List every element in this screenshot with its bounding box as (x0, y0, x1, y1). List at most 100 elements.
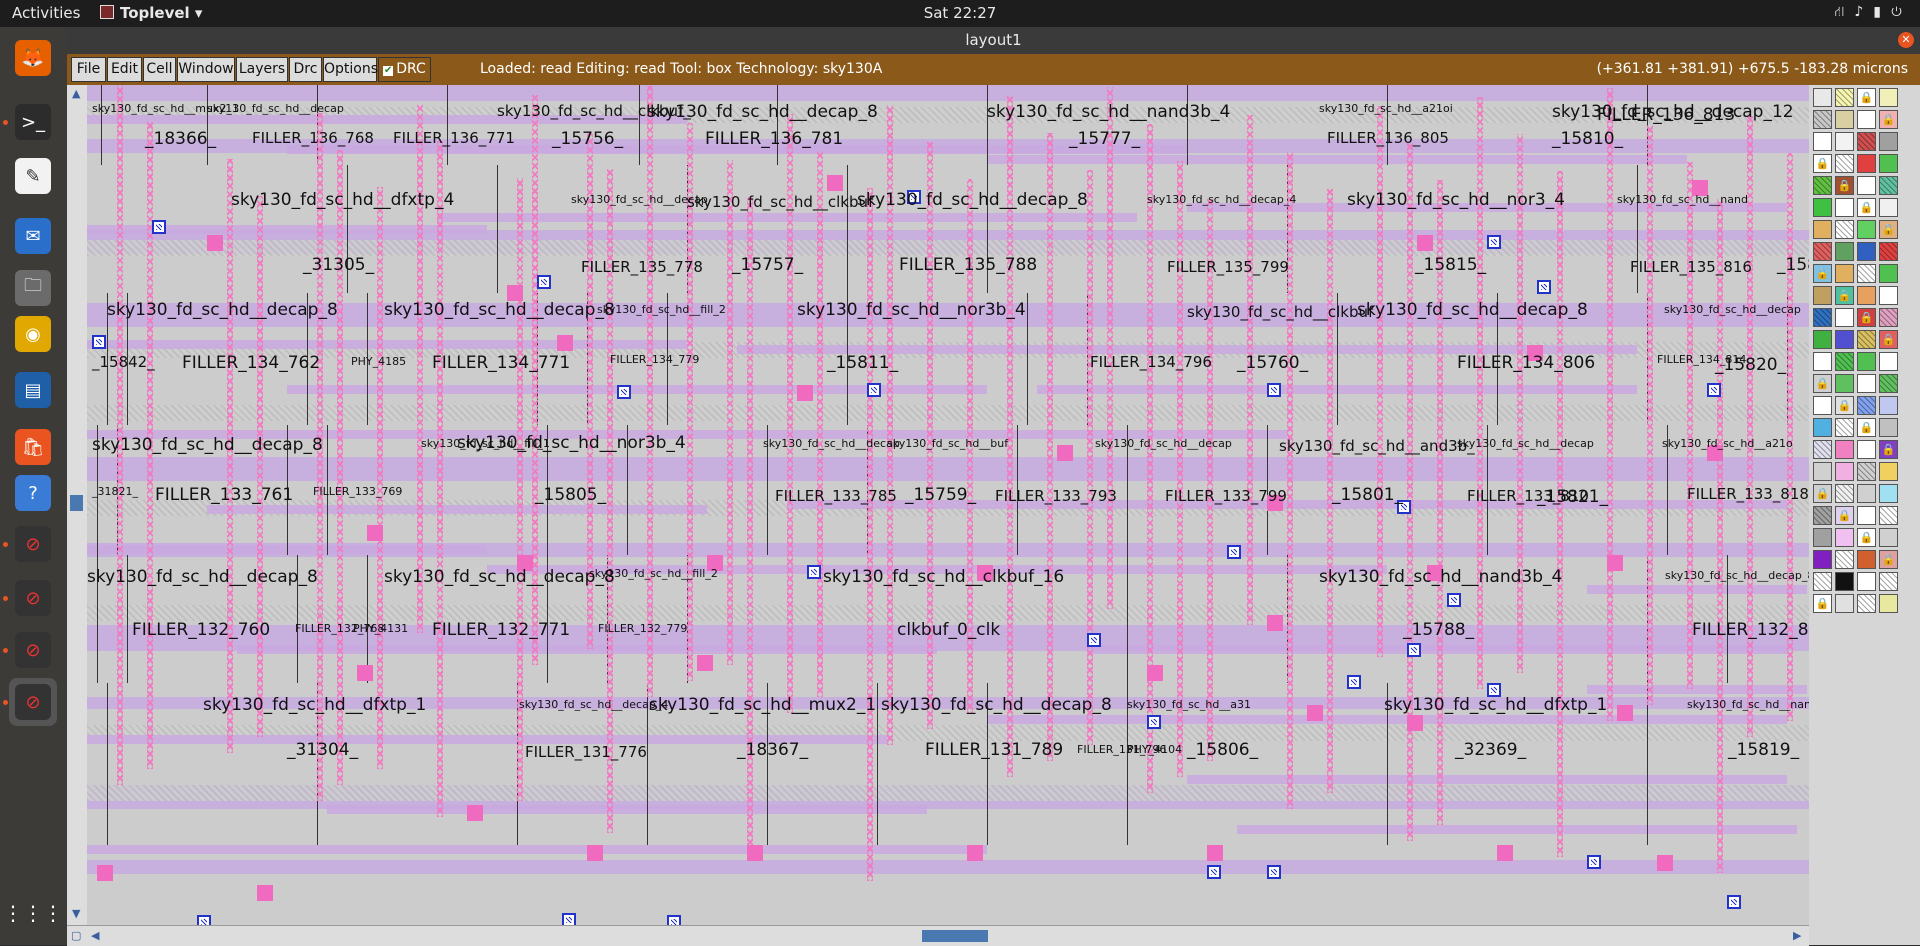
cell-label[interactable]: FILLER_136_768 (252, 129, 374, 147)
cell-label[interactable]: sky130_fd_sc_hd__decap_8 (384, 300, 615, 320)
cell-label[interactable]: _31821_ (92, 485, 138, 498)
layer-swatch[interactable] (1879, 264, 1898, 283)
layout-canvas[interactable]: sky130_fd_sc_hd__mux2_1 sky130_fd_sc_hd__… (87, 85, 1809, 925)
app-menu[interactable]: Toplevel ▾ (100, 4, 202, 22)
close-icon[interactable]: ✕ (1898, 32, 1914, 48)
layer-swatch[interactable]: 🔒 (1857, 308, 1876, 327)
layer-swatch[interactable] (1813, 308, 1832, 327)
horizontal-scrollbar[interactable]: ▢ ◀ ▶ (67, 925, 1809, 946)
layer-swatch[interactable] (1813, 330, 1832, 349)
cell-label[interactable]: sky130_fd_sc_hd__clkbuf (1187, 303, 1373, 321)
layer-swatch[interactable]: 🔒 (1857, 528, 1876, 547)
cell-label[interactable]: _15820_ (1715, 355, 1786, 375)
layer-swatch[interactable] (1813, 506, 1832, 525)
cell-label[interactable]: sky130_fd_sc_hd__decap_8 (647, 102, 878, 122)
cell-label[interactable]: _15819_ (1728, 740, 1799, 760)
layer-swatch[interactable] (1879, 396, 1898, 415)
layer-swatch[interactable] (1879, 374, 1898, 393)
cell-label[interactable]: _15777_ (1069, 129, 1140, 149)
layer-swatch[interactable] (1813, 88, 1832, 107)
menu-edit[interactable]: Edit (107, 57, 142, 82)
cell-label[interactable]: _18366_ (145, 129, 216, 149)
layer-swatch[interactable] (1857, 132, 1876, 151)
cell-label[interactable]: FILLER_133_769 (313, 485, 402, 498)
layer-swatch[interactable] (1835, 484, 1854, 503)
blocked-app-icon[interactable]: ⊘ (9, 520, 57, 568)
cell-label[interactable]: sky130_fd_sc_hd__nor3b_4 (797, 300, 1026, 320)
layer-swatch[interactable] (1813, 220, 1832, 239)
layer-swatch[interactable] (1835, 308, 1854, 327)
layer-swatch[interactable] (1813, 110, 1832, 129)
blocked-app-icon[interactable]: ⊘ (9, 574, 57, 622)
layer-swatch[interactable] (1835, 330, 1854, 349)
layer-swatch[interactable]: 🔒 (1857, 88, 1876, 107)
cell-label[interactable]: FILLER_133_761 (155, 485, 293, 505)
help-icon[interactable]: ? (9, 469, 57, 517)
layer-swatch[interactable] (1835, 550, 1854, 569)
layer-swatch[interactable] (1857, 242, 1876, 261)
layer-swatch[interactable] (1879, 132, 1898, 151)
cell-label[interactable]: _32369_ (1455, 740, 1526, 760)
layer-swatch[interactable] (1857, 352, 1876, 371)
cell-label[interactable]: _15810_ (1552, 129, 1623, 149)
layer-swatch[interactable] (1857, 550, 1876, 569)
cell-label[interactable]: sky130_fd_sc_hd__fill_2 (589, 567, 718, 580)
layer-swatch[interactable] (1879, 88, 1898, 107)
cell-label[interactable]: sky130_fd_sc_hd__nand3b_4 (1319, 567, 1562, 587)
writer-icon[interactable]: ▤ (9, 366, 57, 414)
layer-swatch[interactable] (1857, 110, 1876, 129)
cell-label[interactable]: PHY_4185 (351, 355, 406, 368)
scroll-left-icon[interactable]: ◀ (91, 929, 99, 942)
layer-swatch[interactable] (1879, 154, 1898, 173)
layer-swatch[interactable]: 🔒 (1835, 286, 1854, 305)
layer-swatch[interactable]: 🔒 (1813, 374, 1832, 393)
layer-swatch[interactable] (1835, 198, 1854, 217)
layer-swatch[interactable] (1813, 440, 1832, 459)
layer-swatch[interactable] (1857, 154, 1876, 173)
layer-swatch[interactable] (1857, 374, 1876, 393)
cell-label[interactable]: sky130_fd_sc_hd__decap_8 (857, 190, 1088, 210)
layer-swatch[interactable] (1835, 594, 1854, 613)
layer-swatch[interactable] (1813, 528, 1832, 547)
layer-swatch[interactable] (1879, 528, 1898, 547)
cell-label[interactable]: _15788_ (1403, 620, 1474, 640)
cell-label[interactable]: FILLER_136_781 (705, 129, 843, 149)
layer-swatch[interactable] (1835, 110, 1854, 129)
cell-label[interactable]: sky130_fd_sc_hd__decap_8 (384, 567, 615, 587)
horizontal-scroll-thumb[interactable] (922, 930, 988, 942)
layer-swatch[interactable] (1857, 396, 1876, 415)
layer-swatch[interactable] (1857, 462, 1876, 481)
cell-label[interactable]: sky130_fd_sc_hd__decap_8 (92, 435, 323, 455)
layer-swatch[interactable] (1879, 418, 1898, 437)
cell-label[interactable]: FILLER_134_806 (1457, 353, 1595, 373)
layer-swatch[interactable]: 🔒 (1879, 440, 1898, 459)
cell-label[interactable]: FILLER_132_771 (432, 620, 570, 640)
layer-swatch[interactable] (1857, 176, 1876, 195)
menu-cell[interactable]: Cell (143, 57, 176, 82)
cell-label[interactable]: sky130_fd_sc_hd__dfxtp_1 (1384, 695, 1607, 715)
cell-label[interactable]: sky130_fd_sc_hd__decap_4 (519, 698, 668, 711)
cell-label[interactable]: FILLER_132_779 (598, 622, 687, 635)
vertical-scroll-thumb[interactable] (70, 495, 83, 511)
mail-icon[interactable]: ✉ (9, 212, 57, 260)
layer-swatch[interactable] (1857, 594, 1876, 613)
menu-window[interactable]: Window (177, 57, 235, 82)
cell-label[interactable]: sky130_fd_sc_hd__decap_8 (107, 300, 338, 320)
clock[interactable]: Sat 22:27 (0, 4, 1920, 22)
cell-label[interactable]: _15821_ (1537, 487, 1608, 507)
layer-swatch[interactable] (1813, 550, 1832, 569)
layer-swatch[interactable] (1813, 242, 1832, 261)
scroll-down-icon[interactable]: ▼ (72, 907, 80, 920)
menu-file[interactable]: File (71, 57, 106, 82)
cell-label[interactable]: _18367_ (737, 740, 808, 760)
layer-swatch[interactable] (1813, 176, 1832, 195)
layer-swatch[interactable] (1857, 484, 1876, 503)
cell-label[interactable]: FILLER_132_760 (132, 620, 270, 640)
terminal-icon[interactable]: >_ (9, 98, 57, 146)
vertical-scrollbar[interactable]: ▲ ▼ (67, 85, 88, 925)
cell-label[interactable]: FILLER_131_776 (525, 743, 647, 761)
text-editor-icon[interactable]: ✎ (9, 152, 57, 200)
layer-swatch[interactable] (1813, 132, 1832, 151)
layer-swatch[interactable] (1857, 286, 1876, 305)
cell-label[interactable]: FILLER_134_796 (1090, 353, 1212, 371)
